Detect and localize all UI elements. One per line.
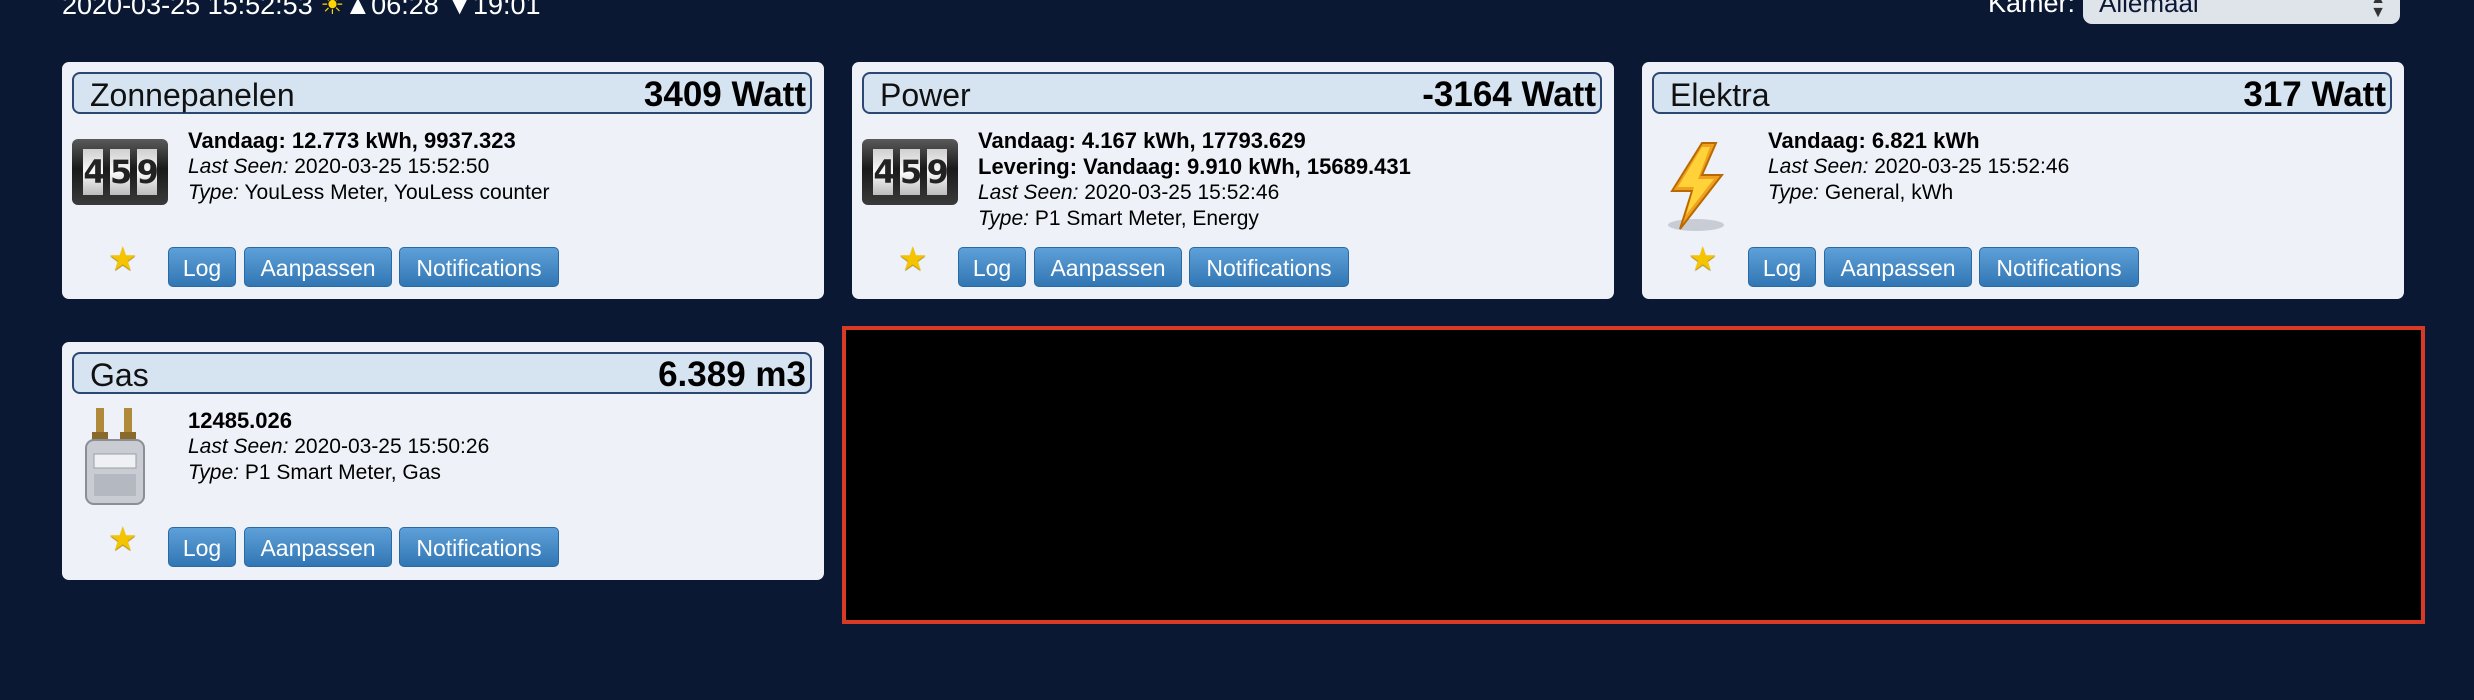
favorite-star-icon[interactable]: ★ [898, 242, 932, 276]
device-value: 6.389 m3 [658, 355, 806, 394]
last-seen-value: 2020-03-25 15:52:50 [294, 155, 490, 178]
device-card-elektra: Elektra 317 Watt Vandaag: 6.821 kWh Last… [1642, 62, 2404, 299]
device-name: Gas [90, 357, 149, 393]
type-label: Type: [978, 207, 1029, 230]
datetime-display: 2020-03-25 15:52:53 ☀▲06:28 ▼19:01 [62, 0, 541, 20]
sunset-time: ▼19:01 [446, 0, 541, 20]
edit-button[interactable]: Aanpassen [244, 527, 392, 567]
edit-button[interactable]: Aanpassen [1034, 247, 1182, 287]
device-info: Vandaag: 4.167 kWh, 17793.629 Levering: … [978, 128, 1411, 232]
room-select-value: Allemaal [2099, 0, 2199, 18]
top-bar: 2020-03-25 15:52:53 ☀▲06:28 ▼19:01 Kamer… [0, 0, 2474, 30]
device-card-power: Power -3164 Watt 459 Vandaag: 4.167 kWh,… [852, 62, 1614, 299]
device-name: Zonnepanelen [90, 77, 295, 113]
log-button[interactable]: Log [958, 247, 1026, 287]
type-value: General, kWh [1824, 181, 1954, 204]
device-data-line: 12485.026 [188, 408, 292, 433]
sun-icon: ☀ [320, 0, 345, 20]
last-seen-label: Last Seen: [978, 181, 1079, 204]
type-label: Type: [188, 461, 239, 484]
type-value: YouLess Meter, YouLess counter [244, 181, 550, 204]
edit-button[interactable]: Aanpassen [1824, 247, 1972, 287]
device-data-line: Vandaag: 12.773 kWh, 9937.323 [188, 128, 516, 153]
log-button[interactable]: Log [1748, 247, 1816, 287]
sunrise-time: ▲06:28 [344, 0, 439, 20]
device-card-gas: Gas 6.389 m3 12485.026 Last Seen: 2020-0… [62, 342, 824, 580]
device-card-zonnepanelen: Zonnepanelen 3409 Watt 459 Vandaag: 12.7… [62, 62, 824, 299]
notifications-button[interactable]: Notifications [1189, 247, 1349, 287]
card-header: Zonnepanelen 3409 Watt [72, 72, 812, 114]
gas-meter-icon [72, 406, 168, 505]
device-value: 317 Watt [2243, 75, 2386, 114]
room-select[interactable]: Allemaal ▲▼ [2083, 0, 2400, 24]
favorite-star-icon[interactable]: ★ [1688, 242, 1722, 276]
device-name: Elektra [1670, 77, 1770, 113]
favorite-star-icon[interactable]: ★ [108, 522, 142, 556]
counter-meter-icon: 459 [862, 139, 958, 209]
last-seen-value: 2020-03-25 15:52:46 [1874, 155, 2070, 178]
type-value: P1 Smart Meter, Gas [244, 461, 441, 484]
select-arrows-icon: ▲▼ [2370, 0, 2386, 21]
log-button[interactable]: Log [168, 247, 236, 287]
redacted-region [842, 326, 2425, 624]
notifications-button[interactable]: Notifications [399, 247, 559, 287]
card-header: Gas 6.389 m3 [72, 352, 812, 394]
type-value: P1 Smart Meter, Energy [1034, 207, 1259, 230]
last-seen-label: Last Seen: [188, 155, 289, 178]
last-seen-value: 2020-03-25 15:52:46 [1084, 181, 1280, 204]
device-info: 12485.026 Last Seen: 2020-03-25 15:50:26… [188, 408, 489, 486]
room-label: Kamer: [1988, 0, 2076, 18]
device-data-line: Vandaag: 4.167 kWh, 17793.629 [978, 128, 1306, 153]
log-button[interactable]: Log [168, 527, 236, 567]
favorite-star-icon[interactable]: ★ [108, 242, 142, 276]
lightning-icon [1652, 139, 1748, 231]
type-label: Type: [188, 181, 239, 204]
edit-button[interactable]: Aanpassen [244, 247, 392, 287]
device-info: Vandaag: 12.773 kWh, 9937.323 Last Seen:… [188, 128, 550, 206]
last-seen-label: Last Seen: [188, 435, 289, 458]
device-data-line: Vandaag: 6.821 kWh [1768, 128, 1980, 153]
device-info: Vandaag: 6.821 kWh Last Seen: 2020-03-25… [1768, 128, 2069, 206]
current-datetime: 2020-03-25 15:52:53 [62, 0, 313, 20]
card-header: Power -3164 Watt [862, 72, 1602, 114]
device-name: Power [880, 77, 971, 113]
device-delivery-line: Levering: Vandaag: 9.910 kWh, 15689.431 [978, 154, 1411, 179]
last-seen-label: Last Seen: [1768, 155, 1869, 178]
device-value: -3164 Watt [1422, 75, 1596, 114]
notifications-button[interactable]: Notifications [1979, 247, 2139, 287]
notifications-button[interactable]: Notifications [399, 527, 559, 567]
card-header: Elektra 317 Watt [1652, 72, 2392, 114]
last-seen-value: 2020-03-25 15:50:26 [294, 435, 490, 458]
device-value: 3409 Watt [643, 75, 806, 114]
counter-meter-icon: 459 [72, 139, 168, 209]
type-label: Type: [1768, 181, 1819, 204]
